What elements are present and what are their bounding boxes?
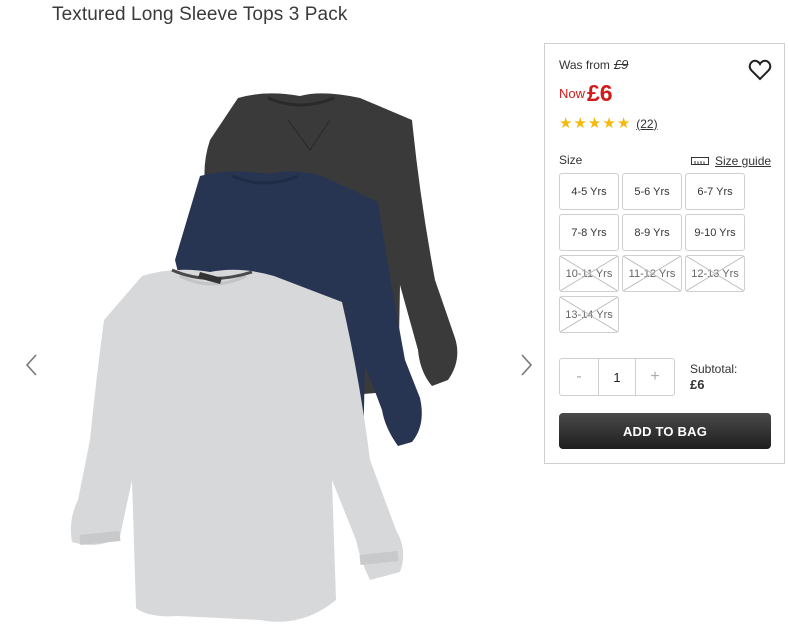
star-icon: ★: [559, 115, 573, 132]
size-option-label: 7-8 Yrs: [571, 226, 607, 239]
star-rating: ★ ★ ★ ★ ★: [559, 116, 630, 131]
quantity-input[interactable]: 1: [598, 359, 636, 395]
product-image: [70, 93, 458, 622]
now-label: Now: [559, 86, 586, 101]
size-option[interactable]: 8-9 Yrs: [622, 214, 682, 251]
heart-icon[interactable]: [748, 59, 772, 81]
quantity-stepper: - 1 +: [559, 358, 675, 396]
size-options: 4-5 Yrs 5-6 Yrs 6-7 Yrs 7-8 Yrs 8-9 Yrs …: [559, 173, 773, 333]
size-option-unavailable: 10-11 Yrs: [559, 255, 619, 292]
size-option-unavailable: 13-14 Yrs: [559, 296, 619, 333]
chevron-right-icon[interactable]: [516, 352, 536, 378]
size-option-label: 4-5 Yrs: [571, 185, 607, 198]
size-option-label: 5-6 Yrs: [634, 185, 670, 198]
cross-out-icon: [686, 256, 744, 291]
chevron-left-icon[interactable]: [22, 352, 42, 378]
size-option[interactable]: 5-6 Yrs: [622, 173, 682, 210]
cross-out-icon: [560, 256, 618, 291]
size-guide-link[interactable]: Size guide: [691, 154, 771, 168]
reviews-link[interactable]: (22): [636, 117, 657, 131]
subtotal-value: £6: [690, 377, 705, 392]
star-icon: ★: [587, 115, 602, 132]
now-price: Now£6: [559, 80, 613, 107]
quantity-increase-button[interactable]: +: [636, 359, 674, 395]
size-option[interactable]: 6-7 Yrs: [685, 173, 745, 210]
size-option-label: 8-9 Yrs: [634, 226, 670, 239]
star-icon: ★: [602, 115, 616, 132]
was-value: £9: [613, 57, 629, 72]
size-option[interactable]: 7-8 Yrs: [559, 214, 619, 251]
product-title: Textured Long Sleeve Tops 3 Pack: [52, 4, 348, 25]
purchase-panel: Was from £9 Now£6 ★ ★ ★ ★ ★ (22) Size Siz…: [544, 43, 785, 464]
subtotal: Subtotal: £6: [690, 362, 737, 392]
star-icon: ★: [573, 115, 587, 132]
size-option-unavailable: 11-12 Yrs: [622, 255, 682, 292]
size-option[interactable]: 9-10 Yrs: [685, 214, 745, 251]
was-price: Was from £9: [559, 57, 628, 72]
star-icon: ★: [616, 115, 631, 132]
size-label: Size: [559, 153, 583, 167]
cross-out-icon: [560, 297, 618, 332]
size-option-unavailable: 12-13 Yrs: [685, 255, 745, 292]
size-option-label: 6-7 Yrs: [697, 185, 733, 198]
product-gallery: [0, 70, 545, 625]
now-value: £6: [587, 80, 613, 106]
size-guide-label: Size guide: [715, 154, 772, 168]
size-option[interactable]: 4-5 Yrs: [559, 173, 619, 210]
cross-out-icon: [623, 256, 681, 291]
subtotal-label: Subtotal:: [690, 362, 738, 376]
size-option-label: 9-10 Yrs: [694, 226, 736, 239]
add-to-bag-button[interactable]: ADD TO BAG: [559, 413, 771, 449]
rating: ★ ★ ★ ★ ★ (22): [559, 116, 658, 131]
ruler-icon: [691, 157, 709, 165]
was-label: Was from: [559, 58, 610, 72]
quantity-decrease-button[interactable]: -: [560, 359, 598, 395]
